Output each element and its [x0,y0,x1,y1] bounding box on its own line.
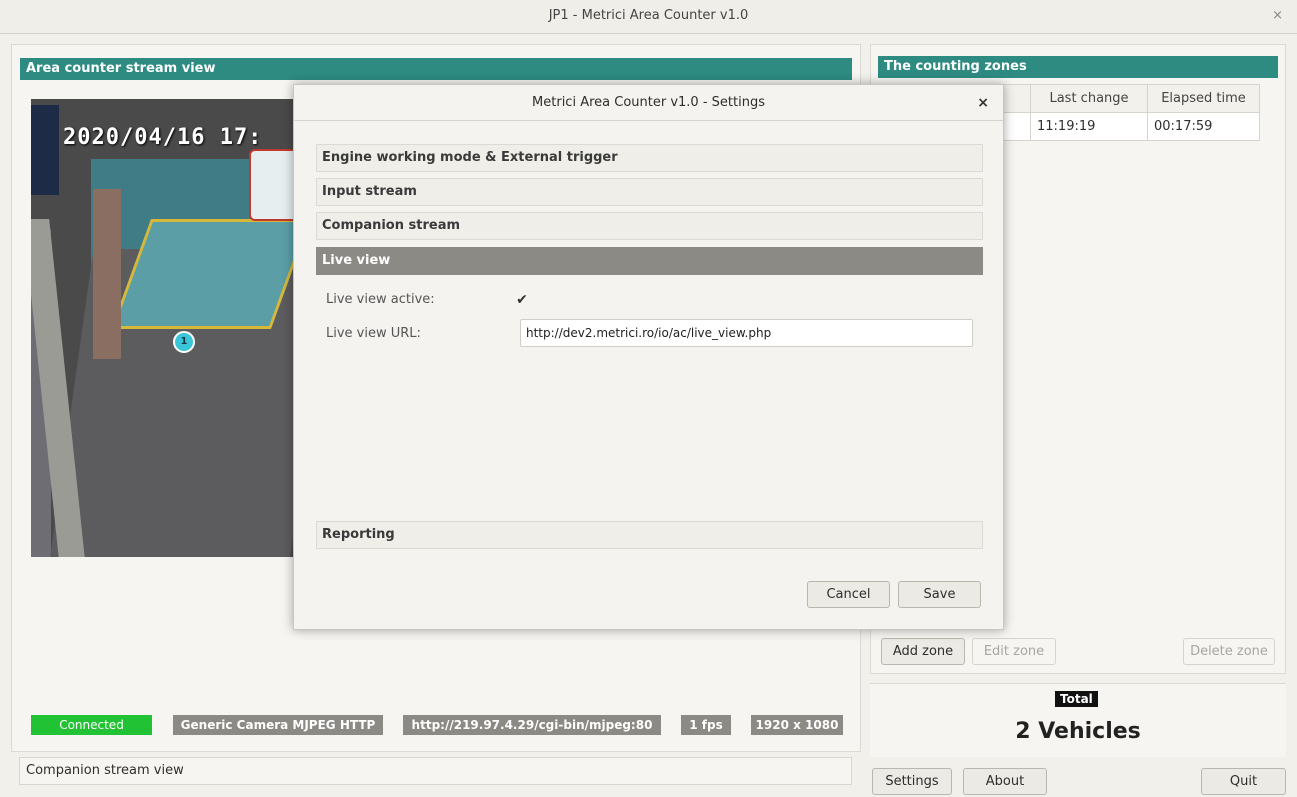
zones-header: The counting zones [878,56,1278,78]
resolution-badge: 1920 x 1080 [751,715,843,735]
about-button[interactable]: About [963,768,1047,795]
zones-col-last-change[interactable]: Last change [1030,84,1148,113]
section-live-view[interactable]: Live view [316,247,983,275]
add-zone-button[interactable]: Add zone [881,638,965,665]
live-view-active-label: Live view active: [326,292,435,307]
dialog-close-icon[interactable]: × [977,95,989,111]
live-view-active-checkbox[interactable]: ✔ [514,292,530,308]
window-close-icon[interactable]: × [1272,8,1283,23]
dialog-title: Metrici Area Counter v1.0 - Settings [294,85,1003,121]
camera-type-badge: Generic Camera MJPEG HTTP [173,715,383,735]
delete-zone-button[interactable]: Delete zone [1183,638,1275,665]
video-timestamp: 2020/04/16 17: [63,125,263,150]
live-view-url-field[interactable]: http://dev2.metrici.ro/io/ac/live_view.p… [520,319,973,347]
settings-button[interactable]: Settings [872,768,952,795]
zone-last-change: 11:19:19 [1030,112,1148,141]
window-title: JP1 - Metrici Area Counter v1.0 [548,8,749,23]
edit-zone-button[interactable]: Edit zone [972,638,1056,665]
section-engine-mode[interactable]: Engine working mode & External trigger [316,144,983,172]
save-button[interactable]: Save [898,581,981,608]
zone-elapsed-time: 00:17:59 [1147,112,1260,141]
zone-marker: 1 [173,331,195,353]
window-titlebar: JP1 - Metrici Area Counter v1.0 × [0,0,1297,34]
connection-status-badge: Connected [31,715,152,735]
live-view-url-label: Live view URL: [326,326,421,341]
camera-feed-image: 1 2020/04/16 17: [31,99,293,557]
stream-url-badge: http://219.97.4.29/cgi-bin/mjpeg:80 [403,715,661,735]
cancel-button[interactable]: Cancel [807,581,890,608]
total-value: 2 Vehicles [1015,719,1141,744]
quit-button[interactable]: Quit [1201,768,1286,795]
companion-stream-view: Companion stream view [19,757,852,785]
detected-vehicle-box [249,149,293,221]
section-reporting[interactable]: Reporting [316,521,983,549]
section-input-stream[interactable]: Input stream [316,178,983,206]
settings-dialog: Metrici Area Counter v1.0 - Settings × E… [293,84,1004,630]
stream-view-header: Area counter stream view [20,58,852,80]
section-companion-stream[interactable]: Companion stream [316,212,983,240]
total-label: Total [1055,691,1098,707]
zones-col-elapsed-time[interactable]: Elapsed time [1147,84,1260,113]
fps-badge: 1 fps [681,715,731,735]
